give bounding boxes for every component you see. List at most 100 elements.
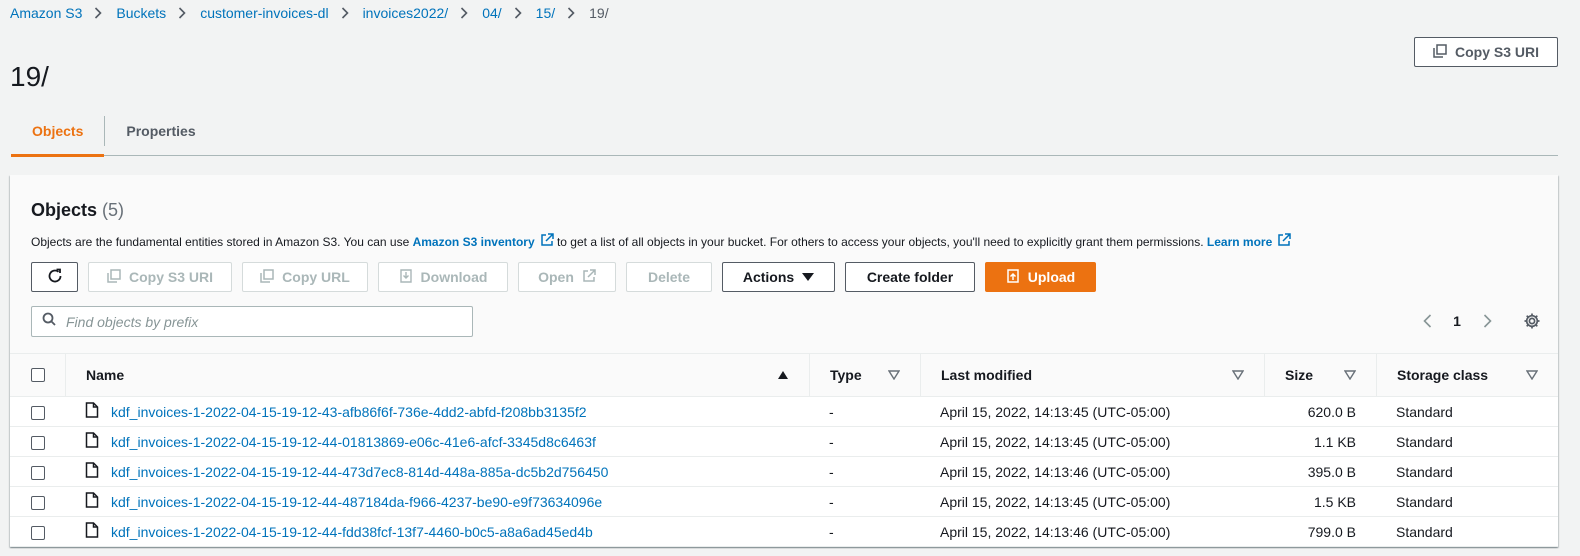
column-header-last-modified[interactable]: Last modified xyxy=(920,354,1264,397)
copy-icon xyxy=(260,268,274,286)
s3-inventory-link[interactable]: Amazon S3 inventory xyxy=(413,233,554,250)
sort-ascending-icon xyxy=(777,367,789,383)
refresh-button[interactable] xyxy=(31,262,78,292)
breadcrumb-15[interactable]: 15/ xyxy=(536,5,555,21)
table-row: kdf_invoices-1-2022-04-15-19-12-44-fdd38… xyxy=(10,516,1558,547)
object-size: 1.1 KB xyxy=(1313,433,1356,450)
breadcrumb-buckets[interactable]: Buckets xyxy=(116,5,166,21)
copy-icon xyxy=(1433,43,1447,61)
objects-title: Objects xyxy=(31,200,98,220)
object-type: - xyxy=(829,433,834,450)
column-header-storage-class[interactable]: Storage class xyxy=(1376,354,1558,397)
table-row: kdf_invoices-1-2022-04-15-19-12-44-48718… xyxy=(10,486,1558,517)
search-input[interactable] xyxy=(64,312,454,331)
caret-down-icon xyxy=(802,269,815,285)
object-size: 799.0 B xyxy=(1307,523,1356,540)
objects-panel-header: Objects (5) xyxy=(31,200,124,221)
tab-properties[interactable]: Properties xyxy=(105,116,216,146)
row-checkbox[interactable] xyxy=(30,435,45,450)
learn-more-link[interactable]: Learn more xyxy=(1206,233,1292,250)
copy-url-label: Copy URL xyxy=(282,269,350,285)
column-type-label: Type xyxy=(830,367,862,383)
select-all-checkbox[interactable] xyxy=(30,368,45,382)
pagination: 1 xyxy=(1412,306,1502,336)
object-storage-class: Standard xyxy=(1396,403,1453,420)
column-size-label: Size xyxy=(1285,367,1314,383)
copy-s3-uri-header-button[interactable]: Copy S3 URI xyxy=(1414,37,1558,67)
breadcrumb: Amazon S3 Buckets customer-invoices-dl i… xyxy=(10,4,609,22)
object-name-link[interactable]: kdf_invoices-1-2022-04-15-19-12-44-01813… xyxy=(111,434,596,450)
table-row: kdf_invoices-1-2022-04-15-19-12-44-473d7… xyxy=(10,456,1558,487)
column-header-size[interactable]: Size xyxy=(1264,354,1376,397)
table-row: kdf_invoices-1-2022-04-15-19-12-44-01813… xyxy=(10,426,1558,457)
objects-count: (5) xyxy=(102,200,125,220)
file-icon xyxy=(85,522,99,541)
delete-button[interactable]: Delete xyxy=(626,262,712,292)
object-name-link[interactable]: kdf_invoices-1-2022-04-15-19-12-44-fdd38… xyxy=(111,524,593,540)
actions-dropdown[interactable]: Actions xyxy=(722,262,835,292)
object-last-modified: April 15, 2022, 14:13:45 (UTC-05:00) xyxy=(940,493,1171,510)
file-icon xyxy=(85,492,99,511)
object-storage-class: Standard xyxy=(1396,433,1453,450)
delete-label: Delete xyxy=(647,269,691,285)
row-checkbox[interactable] xyxy=(30,495,45,510)
chevron-left-icon[interactable] xyxy=(1412,314,1442,328)
object-size: 620.0 B xyxy=(1307,403,1356,420)
copy-s3-uri-label: Copy S3 URI xyxy=(129,269,214,285)
chevron-right-icon xyxy=(178,6,188,20)
sort-icon xyxy=(1343,367,1357,383)
row-checkbox[interactable] xyxy=(30,525,45,540)
column-name-label: Name xyxy=(86,367,125,383)
object-storage-class: Standard xyxy=(1396,463,1453,480)
breadcrumb-bucket[interactable]: customer-invoices-dl xyxy=(200,5,328,21)
learn-more-link-label: Learn more xyxy=(1206,234,1273,249)
copy-s3-uri-button[interactable]: Copy S3 URI xyxy=(88,262,232,292)
download-icon xyxy=(399,268,413,286)
download-button[interactable]: Download xyxy=(378,262,508,292)
object-size: 395.0 B xyxy=(1307,463,1356,480)
column-header-name[interactable]: Name xyxy=(65,354,809,397)
create-folder-button[interactable]: Create folder xyxy=(845,262,975,292)
table-header-row: Name Type Last modified Size Storage cla… xyxy=(10,353,1558,397)
create-folder-label: Create folder xyxy=(866,269,954,285)
row-checkbox[interactable] xyxy=(30,405,45,420)
object-name-link[interactable]: kdf_invoices-1-2022-04-15-19-12-44-473d7… xyxy=(111,464,608,480)
objects-table: Name Type Last modified Size Storage cla… xyxy=(10,353,1558,547)
sort-icon xyxy=(1231,367,1245,383)
object-name-link[interactable]: kdf_invoices-1-2022-04-15-19-12-43-afb86… xyxy=(111,404,587,420)
chevron-right-icon xyxy=(341,6,351,20)
row-checkbox[interactable] xyxy=(30,465,45,480)
breadcrumb-invoices2022[interactable]: invoices2022/ xyxy=(363,5,449,21)
object-name-link[interactable]: kdf_invoices-1-2022-04-15-19-12-44-48718… xyxy=(111,494,602,510)
copy-url-button[interactable]: Copy URL xyxy=(242,262,368,292)
object-last-modified: April 15, 2022, 14:13:46 (UTC-05:00) xyxy=(940,463,1171,480)
external-link-icon xyxy=(582,268,596,286)
copy-s3-uri-label: Copy S3 URI xyxy=(1455,44,1540,60)
object-type: - xyxy=(829,403,834,420)
tab-objects[interactable]: Objects xyxy=(11,116,105,157)
object-last-modified: April 15, 2022, 14:13:45 (UTC-05:00) xyxy=(940,403,1171,420)
file-icon xyxy=(85,432,99,451)
upload-icon xyxy=(1006,268,1020,286)
sort-icon xyxy=(887,367,901,383)
gear-icon[interactable] xyxy=(1517,306,1547,336)
refresh-icon xyxy=(46,267,64,288)
select-all-header xyxy=(10,354,65,397)
copy-icon xyxy=(107,268,121,286)
page-number[interactable]: 1 xyxy=(1442,313,1472,329)
description-text-1: Objects are the fundamental entities sto… xyxy=(31,234,410,249)
breadcrumb-amazon-s3[interactable]: Amazon S3 xyxy=(10,5,82,21)
search-box xyxy=(31,306,473,337)
file-icon xyxy=(85,402,99,421)
upload-label: Upload xyxy=(1027,269,1076,285)
open-label: Open xyxy=(538,269,574,285)
chevron-right-icon xyxy=(460,6,470,20)
object-size: 1.5 KB xyxy=(1313,493,1356,510)
chevron-right-icon[interactable] xyxy=(1472,314,1502,328)
upload-button[interactable]: Upload xyxy=(985,262,1096,292)
breadcrumb-04[interactable]: 04/ xyxy=(482,5,501,21)
column-header-type[interactable]: Type xyxy=(809,354,920,397)
file-icon xyxy=(85,462,99,481)
open-button[interactable]: Open xyxy=(518,262,616,292)
search-icon xyxy=(42,312,56,331)
